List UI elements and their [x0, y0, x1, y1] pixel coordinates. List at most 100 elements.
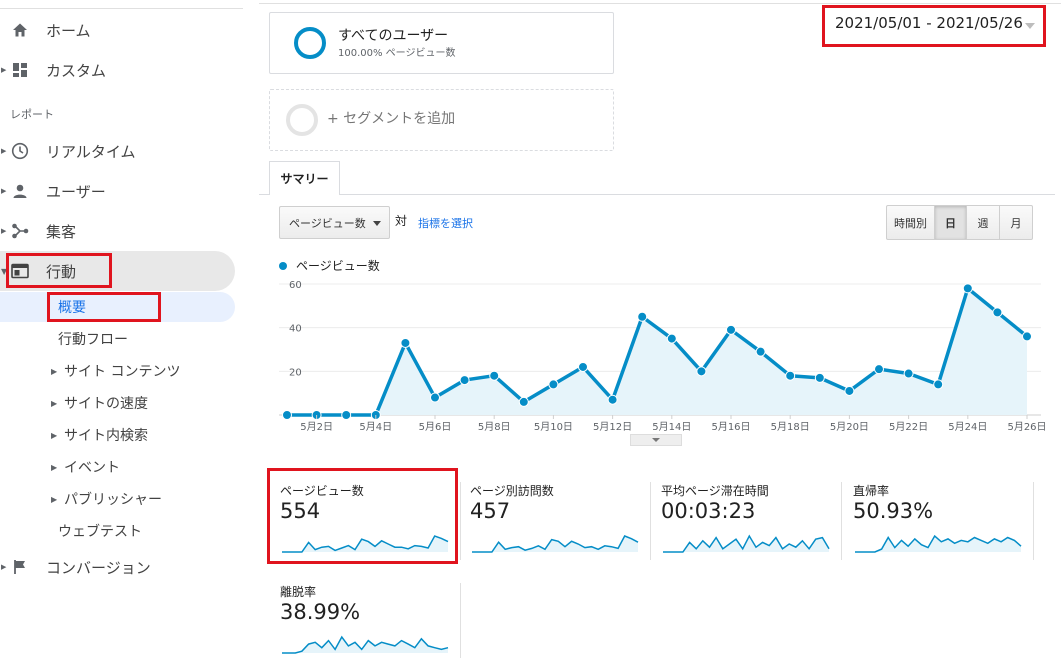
nav-users-label: ユーザー: [46, 182, 106, 201]
data-point: [548, 379, 559, 390]
chevron-down-icon: [373, 221, 381, 226]
data-point: [903, 368, 914, 379]
kpi-pageviews[interactable]: ページビュー数 554: [280, 482, 461, 569]
kpi-label: 離脱率: [280, 585, 317, 599]
granularity-weekly-button[interactable]: 週: [967, 205, 1000, 240]
data-point: [459, 375, 470, 386]
nav-home[interactable]: ホーム: [0, 10, 235, 50]
add-segment-label: + セグメントを追加: [327, 111, 456, 127]
kpi-sparkline: [663, 534, 830, 553]
kpi-avg-time-on-page[interactable]: 平均ページ滞在時間 00:03:23: [661, 482, 842, 569]
nav-behavior[interactable]: ▼ 行動: [0, 251, 235, 291]
home-icon: [10, 20, 30, 40]
person-icon: [10, 181, 30, 201]
data-point: [992, 307, 1003, 318]
caret-right-icon: ▶: [1, 66, 7, 74]
legend-swatch: [279, 261, 287, 270]
nav-site-search-label: サイト内検索: [64, 428, 148, 444]
date-range-picker[interactable]: 2021/05/01 - 2021/05/26: [827, 12, 1042, 38]
data-point: [696, 366, 707, 377]
data-point: [814, 372, 825, 383]
metric-select[interactable]: ページビュー数: [279, 206, 390, 239]
data-point: [1022, 331, 1032, 342]
pageviews-line-chart: 60 40 20 5月2日 5月4日 5月6日 5月8日 5月10日 5月12日 5月14日 5月1…: [279, 280, 1047, 433]
sidebar: ホーム ▶ カスタム レポート ▶ リアルタイム ▶ ユーザー ▶ 集客 ▼ 行…: [0, 0, 243, 658]
data-point: [726, 324, 736, 335]
kpi-sparkline: [282, 535, 449, 553]
x-tick-label: 5月10日: [534, 421, 573, 433]
caret-right-icon: ▶: [1, 227, 7, 235]
kpi-sparkline: [472, 535, 639, 553]
nav-site-content-label: サイト コンテンツ: [64, 364, 181, 380]
nav-publisher[interactable]: ▶ パブリッシャー: [0, 484, 235, 514]
nav-custom[interactable]: ▶ カスタム: [0, 50, 235, 90]
kpi-value: 457: [470, 499, 511, 523]
x-tick-label: 5月22日: [889, 421, 928, 433]
data-point: [489, 370, 500, 381]
date-range-text: 2021/05/01 - 2021/05/26: [835, 14, 1023, 32]
kpi-sparkline: [855, 534, 1022, 553]
caret-right-icon: ▶: [51, 398, 58, 408]
kpi-label: ページ別訪問数: [470, 484, 554, 498]
clock-icon: [10, 141, 30, 161]
select-metric-link[interactable]: 指標を選択: [418, 215, 473, 231]
kpi-exit-rate[interactable]: 離脱率 38.99%: [280, 583, 461, 670]
granularity-hourly-button[interactable]: 時間別: [886, 205, 935, 240]
nav-events-label: イベント: [64, 460, 120, 476]
kpi-unique-pageviews[interactable]: ページ別訪問数 457: [470, 482, 651, 569]
y-tick-label: 40: [289, 324, 302, 335]
kpi-value: 554: [280, 499, 321, 523]
nav-realtime-label: リアルタイム: [46, 142, 136, 161]
granularity-monthly-button[interactable]: 月: [1000, 205, 1033, 240]
dashboard-icon: [10, 60, 30, 80]
nav-publisher-label: パブリッシャー: [64, 492, 162, 508]
x-tick-label: 5月12日: [593, 421, 632, 433]
x-tick-label: 5月14日: [652, 421, 691, 433]
kpi-label: 直帰率: [853, 484, 890, 498]
segment-all-users[interactable]: すべてのユーザー 100.00% ページビュー数: [269, 12, 614, 74]
divider: [460, 583, 461, 658]
nav-realtime[interactable]: ▶ リアルタイム: [0, 131, 235, 171]
nav-events[interactable]: ▶ イベント: [0, 452, 235, 482]
segment-ring-icon: [294, 27, 326, 59]
caret-right-icon: ▶: [1, 147, 7, 155]
granularity-toggle: 時間別 日 週 月: [886, 205, 1033, 240]
data-point: [400, 337, 411, 348]
kpi-value: 00:03:23: [661, 499, 756, 523]
tab-summary[interactable]: サマリー: [269, 161, 340, 195]
kpi-label: 平均ページ滞在時間: [661, 484, 769, 498]
chevron-down-icon: [1025, 23, 1035, 29]
chart-resize-handle[interactable]: [630, 434, 682, 446]
granularity-daily-button[interactable]: 日: [935, 205, 967, 240]
nav-users[interactable]: ▶ ユーザー: [0, 171, 235, 211]
nav-overview-label: 概要: [58, 300, 86, 316]
divider: [259, 3, 1061, 4]
data-point: [341, 410, 352, 420]
nav-site-search[interactable]: ▶ サイト内検索: [0, 420, 235, 450]
nav-experiments[interactable]: ウェブテスト: [0, 516, 235, 546]
x-tick-label: 5月24日: [948, 421, 987, 433]
divider: [841, 482, 842, 560]
kpi-sparkline: [282, 635, 449, 654]
caret-right-icon: ▶: [1, 187, 7, 195]
nav-behavior-overview[interactable]: 概要: [0, 292, 235, 322]
legend-series-label: ページビュー数: [296, 259, 380, 273]
nav-behavior-flow-label: 行動フロー: [58, 332, 128, 348]
data-point: [518, 396, 529, 407]
segment-empty-ring-icon: [286, 104, 318, 136]
nav-acquisition[interactable]: ▶ 集客: [0, 211, 235, 251]
data-point: [607, 394, 618, 405]
x-tick-label: 5月6日: [419, 421, 452, 433]
nav-conversions[interactable]: ▶ コンバージョン: [0, 547, 235, 587]
nav-home-label: ホーム: [46, 21, 91, 40]
flag-icon: [10, 557, 30, 577]
divider: [0, 8, 243, 9]
nav-site-speed[interactable]: ▶ サイトの速度: [0, 388, 235, 418]
nav-site-content[interactable]: ▶ サイト コンテンツ: [0, 356, 235, 386]
data-point: [578, 361, 588, 372]
nav-behavior-flow[interactable]: 行動フロー: [0, 324, 235, 354]
series-area: [287, 288, 1027, 415]
data-point: [282, 410, 292, 420]
add-segment-card[interactable]: + セグメントを追加: [269, 89, 614, 151]
kpi-bounce-rate[interactable]: 直帰率 50.93%: [853, 482, 1034, 569]
